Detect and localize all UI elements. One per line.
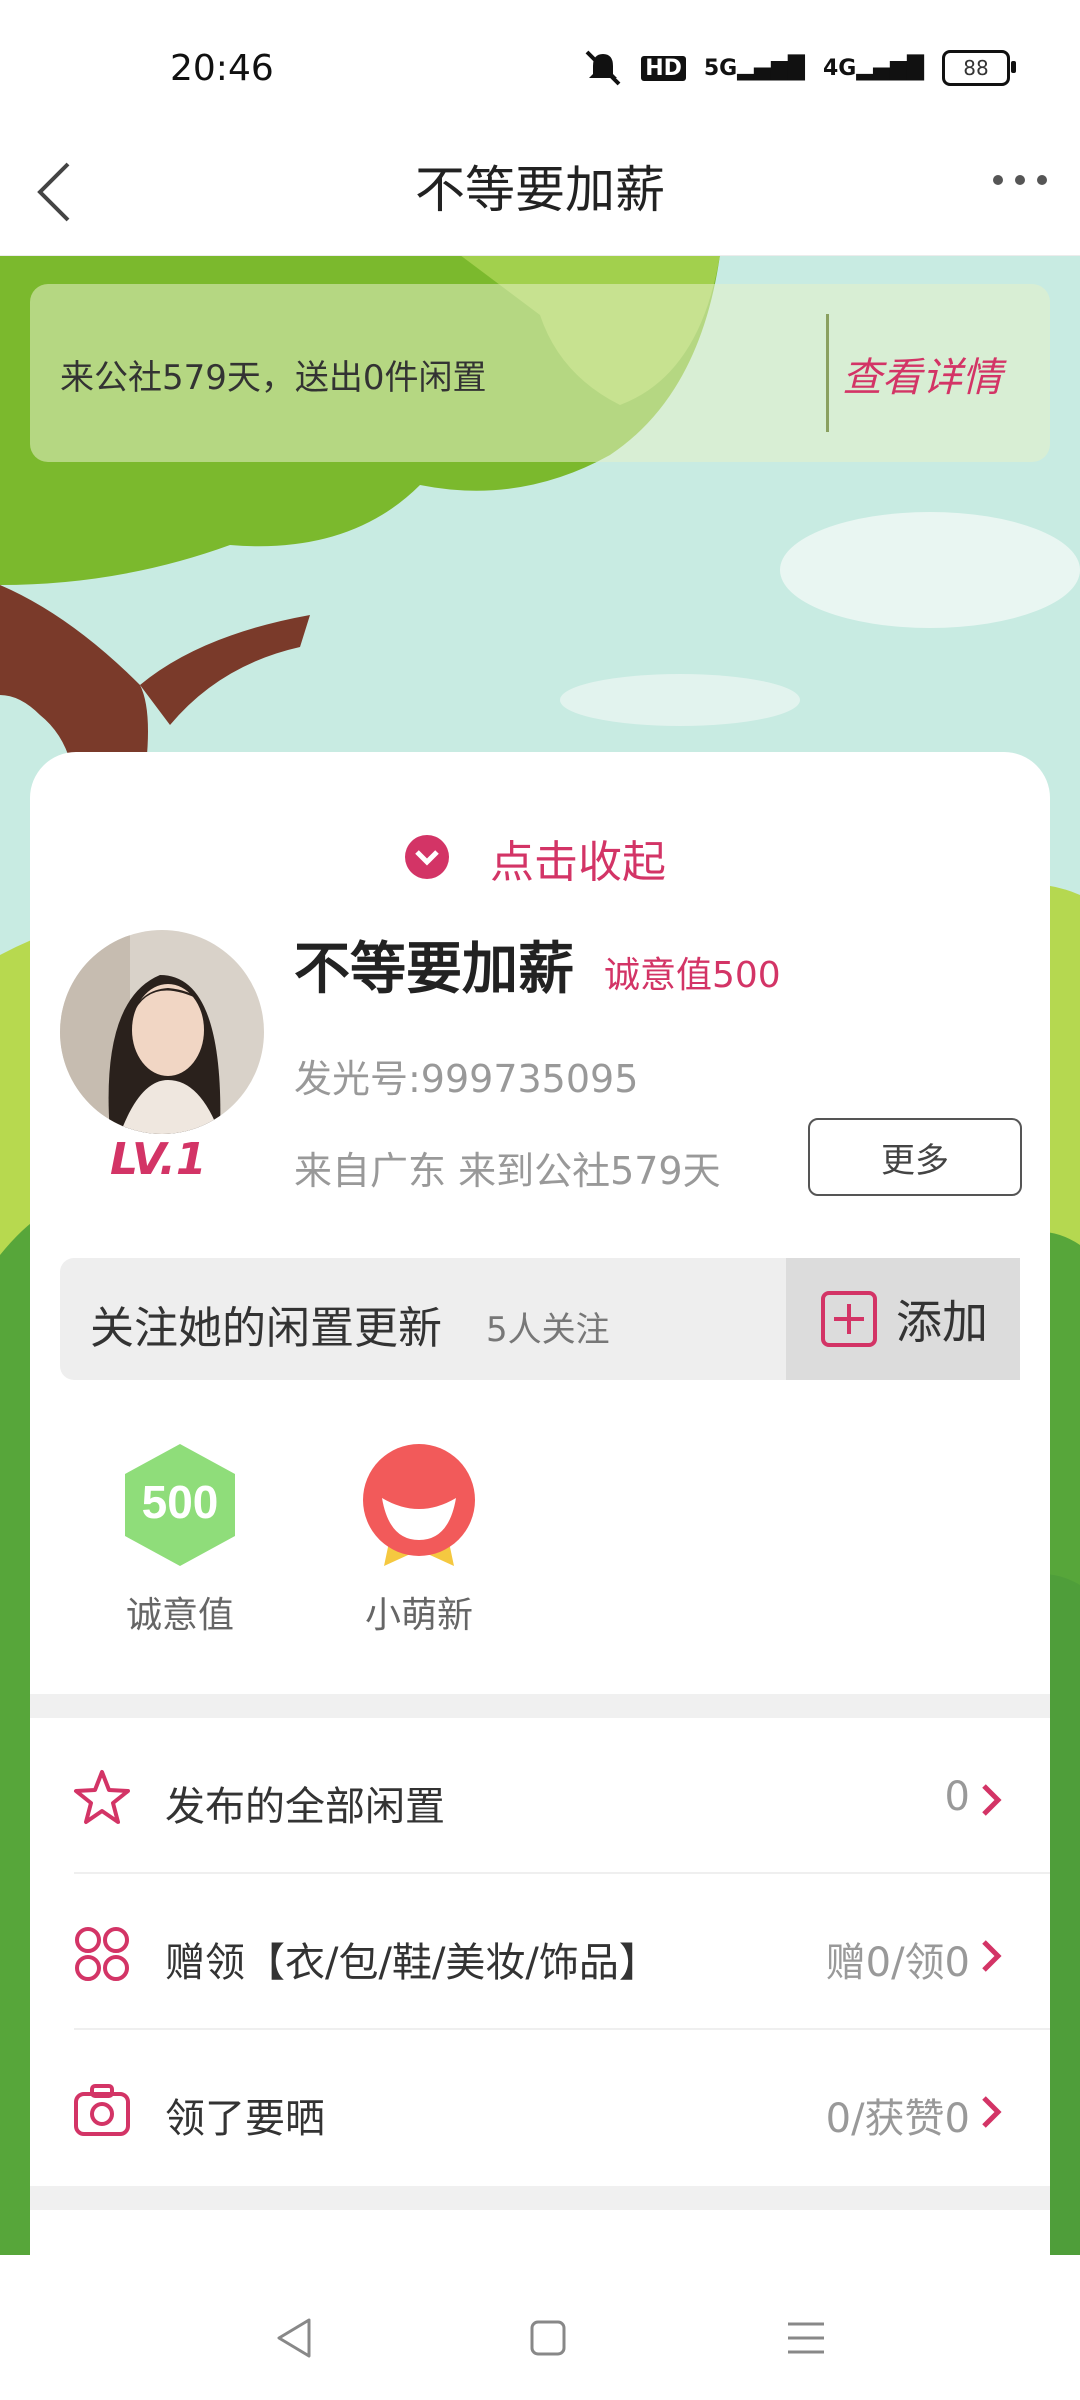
signal-4g-label: 4G <box>822 55 857 81</box>
signal-5g-icon: 5G▂▄▆█ <box>703 55 805 81</box>
collapse-toggle[interactable]: 点击收起 <box>490 826 666 890</box>
hexagon-badge-icon: 500 <box>125 1444 235 1566</box>
row-published-items[interactable]: 发布的全部闲置 0 <box>30 1718 1050 1874</box>
nav-back-icon[interactable] <box>265 2308 325 2368</box>
level-badge: LV.1 <box>110 1134 207 1185</box>
battery-level: 88 <box>963 56 989 80</box>
plus-square-icon <box>821 1291 877 1347</box>
profile-origin: 来自广东 来到公社579天 <box>294 1149 721 1193</box>
row-gift-label: 赠领【衣/包/鞋/美妆/饰品】 <box>165 1940 659 1986</box>
star-icon <box>74 1770 130 1824</box>
camera-icon <box>74 2084 130 2136</box>
badge-sincerity-value: 500 <box>142 1476 219 1528</box>
banner-divider <box>826 314 829 432</box>
chevron-right-icon <box>982 2096 1002 2128</box>
nav-menu-icon[interactable] <box>776 2308 836 2368</box>
sincerity-tag: 诚意值500 <box>604 955 781 996</box>
hd-icon: HD <box>641 55 686 81</box>
badge-sincerity-label: 诚意值 <box>125 1595 234 1636</box>
follow-count: 5人关注 <box>486 1310 610 1350</box>
grid-icon <box>75 1927 129 1981</box>
add-follow-label: 添加 <box>896 1295 988 1349</box>
mute-icon <box>585 50 621 86</box>
more-options-icon[interactable] <box>980 150 1060 210</box>
row-gift-claim[interactable]: 赠领【衣/包/鞋/美妆/饰品】 赠0/领0 <box>30 1874 1050 2030</box>
row-published-label: 发布的全部闲置 <box>165 1784 445 1830</box>
system-nav-bar <box>0 2268 1080 2400</box>
view-details-link[interactable]: 查看详情 <box>842 345 1002 403</box>
row-gift-value: 赠0/领0 <box>825 1940 970 1986</box>
row-show-off[interactable]: 领了要晒 0/获赞0 <box>30 2030 1050 2186</box>
row-published-value: 0 <box>944 1774 970 1820</box>
row-show-value: 0/获赞0 <box>825 2096 970 2142</box>
battery-icon: 88 <box>942 50 1016 86</box>
more-button[interactable]: 更多 <box>808 1118 1022 1196</box>
signal-4g-icon: 4G▂▄▆█ <box>822 55 924 81</box>
status-icons: HD 5G▂▄▆█ 4G▂▄▆█ 88 <box>583 50 1016 86</box>
page-title: 不等要加薪 <box>415 161 665 219</box>
chevron-right-icon <box>982 1784 1002 1816</box>
smile-medal-icon <box>363 1444 475 1566</box>
badge-newbie[interactable]: 小萌新 <box>334 1440 504 1638</box>
section-divider <box>30 2186 1050 2210</box>
add-follow-button[interactable]: 添加 <box>786 1258 1020 1380</box>
profile-id: 发光号:999735095 <box>294 1057 639 1101</box>
signal-5g-label: 5G <box>703 55 738 81</box>
profile-name: 不等要加薪 <box>294 937 574 1002</box>
avatar[interactable] <box>60 930 264 1134</box>
row-show-label: 领了要晒 <box>165 2096 325 2142</box>
badge-sincerity[interactable]: 500 诚意值 <box>95 1440 265 1638</box>
badge-newbie-label: 小萌新 <box>364 1595 473 1636</box>
follow-title: 关注她的闲置更新 <box>90 1303 442 1354</box>
chevron-down-icon[interactable] <box>404 834 450 880</box>
section-divider <box>30 1694 1050 1718</box>
chevron-right-icon <box>982 1940 1002 1972</box>
status-time: 20:46 <box>170 48 274 89</box>
banner-text: 来公社579天，送出0件闲置 <box>60 358 487 398</box>
nav-home-icon[interactable] <box>518 2308 578 2368</box>
